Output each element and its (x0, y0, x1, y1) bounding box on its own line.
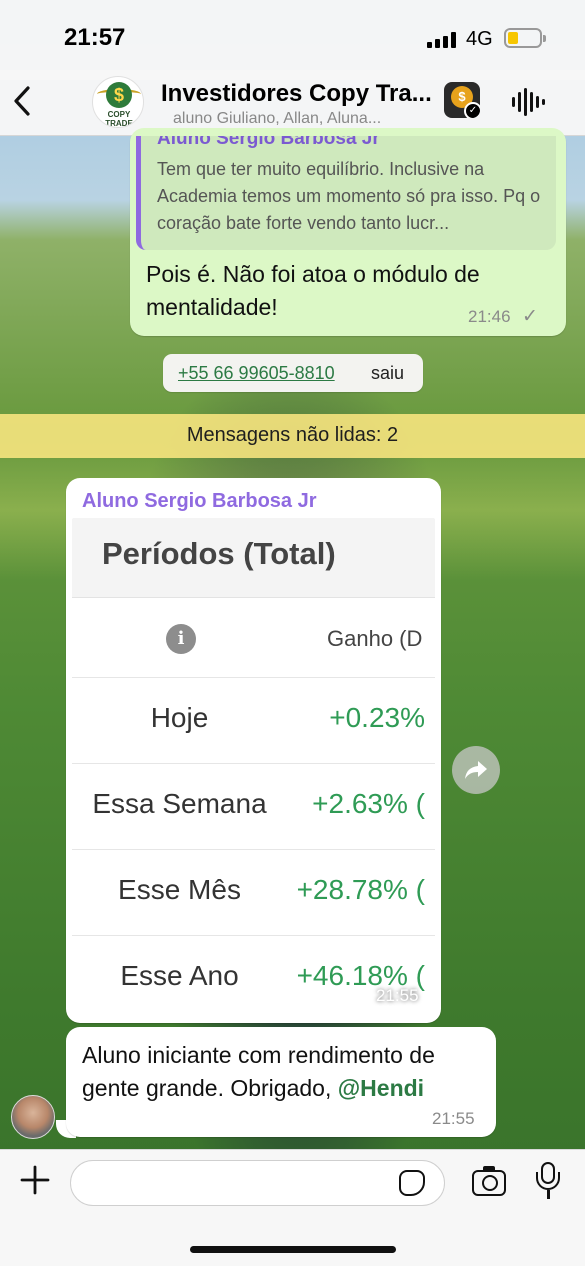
mention-link[interactable]: @Hendi (338, 1075, 424, 1101)
period-label: Essa Semana (92, 788, 267, 819)
quoted-author: Aluno Sergio Barbosa Jr (157, 136, 380, 149)
incoming-message[interactable]: Aluno iniciante com rendimento de gente … (66, 1027, 496, 1137)
unread-count-text: Mensagens não lidas: 2 (186, 424, 399, 446)
chat-header: $ COPY TRADE Investidores Copy Tra... al… (0, 70, 585, 136)
message-time: 21:55 (432, 1109, 475, 1128)
attach-button[interactable] (18, 1164, 52, 1198)
plus-icon (20, 1165, 50, 1195)
logo-coin: $ (106, 82, 132, 108)
sender-avatar[interactable] (11, 1095, 55, 1139)
system-notice: +55 66 99605-8810 saiu (163, 354, 423, 392)
forward-arrow-icon (465, 761, 487, 779)
gain-column-header: Ganho (D (327, 626, 423, 651)
linked-app-icon[interactable]: $ ✓ (444, 82, 480, 118)
chevron-left-icon (14, 86, 30, 116)
audio-wave-icon (512, 97, 515, 107)
system-action-text: saiu (371, 363, 405, 383)
gain-value: +2.63% ( (312, 788, 425, 819)
screenshot-title: Períodos (Total) (102, 536, 336, 571)
image-attachment[interactable]: Períodos (Total) i Ganho (D Hoje +0.23% … (72, 518, 435, 1016)
period-label: Esse Ano (120, 960, 239, 991)
back-button[interactable] (10, 84, 38, 118)
audio-call-button[interactable] (512, 88, 545, 116)
signal-strength-icon (427, 32, 459, 48)
chat-participants[interactable]: aluno Giuliano, Allan, Aluna... (173, 110, 413, 128)
message-input[interactable] (70, 1160, 445, 1206)
microphone-icon[interactable] (536, 1162, 560, 1200)
network-type: 4G (466, 28, 493, 50)
period-row: Esse Mês +28.78% ( (72, 850, 435, 936)
period-row: Essa Semana +2.63% ( (72, 764, 435, 850)
info-icon: i (166, 624, 196, 654)
status-time: 21:57 (64, 24, 126, 51)
message-time: 21:55 (376, 986, 419, 1005)
group-avatar[interactable]: $ COPY TRADE (92, 76, 144, 128)
unread-banner: Mensagens não lidas: 2 (0, 414, 585, 458)
forward-button[interactable] (452, 746, 500, 794)
screenshot-header: Períodos (Total) (72, 518, 435, 598)
period-label: Hoje (150, 702, 209, 733)
checkmark-icon: ✓ (464, 102, 480, 118)
composer-bar (0, 1149, 585, 1266)
status-bar: 21:57 4G (0, 0, 585, 80)
message-time: 21:46 (468, 307, 511, 326)
quoted-text: Tem que ter muito equilíbrio. Inclusive … (157, 159, 541, 233)
battery-icon (504, 28, 546, 48)
period-label: Esse Mês (118, 874, 241, 905)
chat-title[interactable]: Investidores Copy Tra... (161, 80, 433, 108)
sent-check-icon: ✓ (522, 306, 538, 327)
gain-value: +0.23% (329, 702, 425, 733)
message-author[interactable]: Aluno Sergio Barbosa Jr (82, 490, 317, 513)
logo-brand-text: COPY TRADE (105, 110, 133, 128)
message-text: Aluno iniciante com rendimento de gente … (82, 1039, 487, 1105)
screenshot-header-row: i Ganho (D (72, 598, 435, 678)
camera-icon[interactable] (472, 1166, 506, 1196)
home-indicator[interactable] (190, 1246, 396, 1253)
image-message[interactable]: Aluno Sergio Barbosa Jr Períodos (Total)… (66, 478, 441, 1023)
quoted-message[interactable]: Aluno Sergio Barbosa Jr Tem que ter muit… (136, 136, 556, 250)
left-participant-phone[interactable]: +55 66 99605-8810 (178, 363, 335, 384)
gain-value: +28.78% ( (296, 874, 425, 905)
period-row: Hoje +0.23% (72, 678, 435, 764)
